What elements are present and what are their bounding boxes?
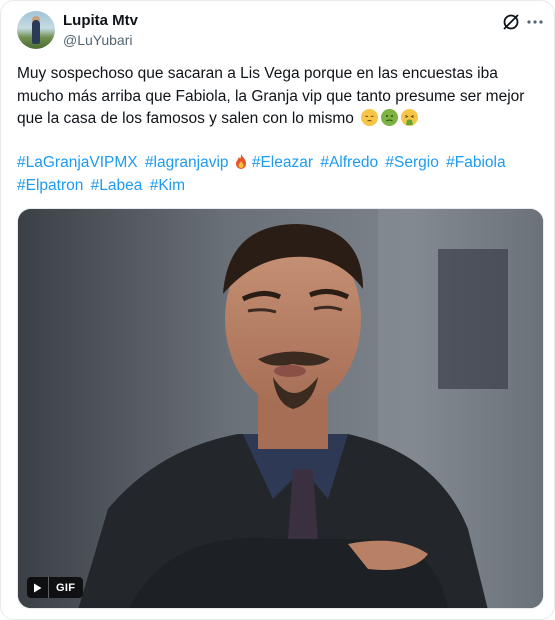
gif-badge-label: GIF bbox=[56, 581, 76, 594]
nauseated-face-icon bbox=[381, 109, 399, 126]
avatar[interactable] bbox=[17, 11, 55, 49]
play-icon[interactable] bbox=[27, 577, 49, 598]
fire-icon bbox=[234, 153, 248, 170]
vomiting-face-icon bbox=[401, 109, 419, 126]
author-handle[interactable]: @LuYubari bbox=[63, 32, 132, 48]
more-options-icon[interactable] bbox=[525, 12, 545, 32]
hashtag-link[interactable]: #Fabiola bbox=[446, 154, 505, 171]
hashtag-link[interactable]: #Sergio bbox=[385, 154, 438, 171]
gif-media[interactable] bbox=[17, 208, 544, 609]
hashtag-list: #LaGranjaVIPMX #lagranjavip #Eleazar #Al… bbox=[17, 152, 537, 197]
hashtag-link[interactable]: #Labea bbox=[91, 177, 143, 194]
tweet-body: Muy sospechoso que sacaran a Lis Vega po… bbox=[17, 65, 525, 127]
gif-frame-illustration bbox=[18, 209, 543, 608]
hashtag-link[interactable]: #Kim bbox=[150, 177, 185, 194]
grok-icon[interactable] bbox=[501, 12, 521, 32]
hashtag-link[interactable]: #LaGranjaVIPMX bbox=[17, 154, 138, 171]
tweet-card[interactable]: Lupita Mtv @LuYubari Muy sospechoso que … bbox=[0, 0, 555, 620]
pensive-face-icon bbox=[361, 109, 379, 126]
gif-badge[interactable]: GIF bbox=[27, 577, 83, 598]
hashtag-link[interactable]: #lagranjavip bbox=[145, 154, 229, 171]
avatar-figure-body bbox=[32, 20, 40, 44]
hashtag-link[interactable]: #Eleazar bbox=[252, 154, 313, 171]
hashtag-link[interactable]: #Elpatron bbox=[17, 177, 83, 194]
author-name[interactable]: Lupita Mtv bbox=[63, 12, 138, 29]
tweet-text: Muy sospechoso que sacaran a Lis Vega po… bbox=[17, 63, 537, 131]
hashtag-link[interactable]: #Alfredo bbox=[320, 154, 378, 171]
